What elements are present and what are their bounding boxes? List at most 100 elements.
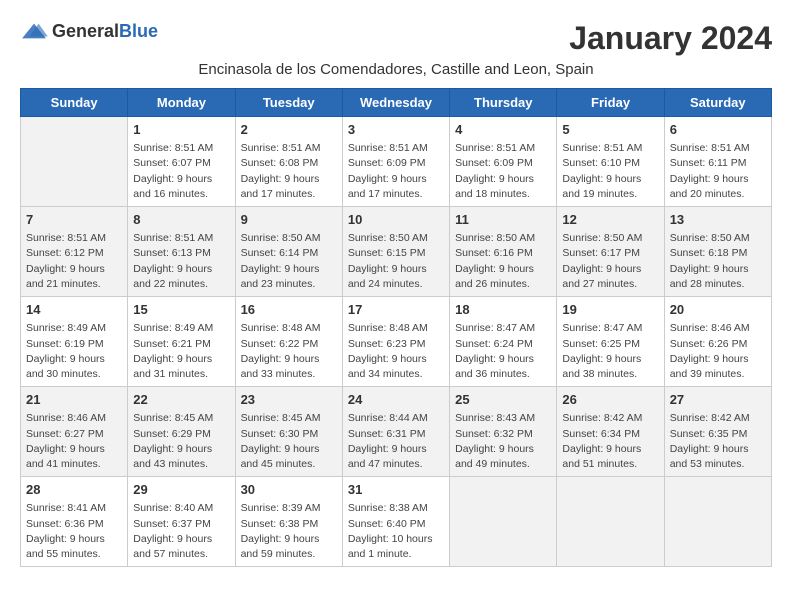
- cell-content: Sunrise: 8:46 AMSunset: 6:26 PMDaylight:…: [670, 321, 766, 382]
- day-number: 9: [241, 211, 337, 229]
- cell-content: Sunrise: 8:45 AMSunset: 6:29 PMDaylight:…: [133, 411, 229, 472]
- calendar-cell: 28 Sunrise: 8:41 AMSunset: 6:36 PMDayligh…: [21, 477, 128, 567]
- day-number: 19: [562, 301, 658, 319]
- calendar-week-row: 21 Sunrise: 8:46 AMSunset: 6:27 PMDayligh…: [21, 387, 772, 477]
- day-number: 6: [670, 121, 766, 139]
- calendar-cell: 17 Sunrise: 8:48 AMSunset: 6:23 PMDayligh…: [342, 297, 449, 387]
- day-number: 28: [26, 481, 122, 499]
- calendar-cell: 25 Sunrise: 8:43 AMSunset: 6:32 PMDayligh…: [450, 387, 557, 477]
- calendar-cell: [450, 477, 557, 567]
- cell-content: Sunrise: 8:44 AMSunset: 6:31 PMDaylight:…: [348, 411, 444, 472]
- day-number: 27: [670, 391, 766, 409]
- calendar-cell: 19 Sunrise: 8:47 AMSunset: 6:25 PMDayligh…: [557, 297, 664, 387]
- calendar-cell: 16Sunrise: 8:48 AMSunset: 6:22 PMDayligh…: [235, 297, 342, 387]
- cell-content: Sunrise: 8:48 AMSunset: 6:23 PMDaylight:…: [348, 321, 444, 382]
- cell-content: Sunrise: 8:51 AMSunset: 6:09 PMDaylight:…: [348, 141, 444, 202]
- calendar-cell: 24 Sunrise: 8:44 AMSunset: 6:31 PMDayligh…: [342, 387, 449, 477]
- calendar-cell: [21, 117, 128, 207]
- day-number: 11: [455, 211, 551, 229]
- cell-content: Sunrise: 8:51 AMSunset: 6:08 PMDaylight:…: [241, 141, 337, 202]
- calendar-cell: 27 Sunrise: 8:42 AMSunset: 6:35 PMDayligh…: [664, 387, 771, 477]
- calendar-cell: 3 Sunrise: 8:51 AMSunset: 6:09 PMDaylight…: [342, 117, 449, 207]
- cell-content: Sunrise: 8:42 AMSunset: 6:34 PMDaylight:…: [562, 411, 658, 472]
- day-number: 1: [133, 121, 229, 139]
- day-number: 18: [455, 301, 551, 319]
- cell-content: Sunrise: 8:41 AMSunset: 6:36 PMDaylight:…: [26, 501, 122, 562]
- cell-content: Sunrise: 8:50 AMSunset: 6:14 PMDaylight:…: [241, 231, 337, 292]
- calendar-week-row: 14 Sunrise: 8:49 AMSunset: 6:19 PMDayligh…: [21, 297, 772, 387]
- logo-icon: [20, 20, 48, 42]
- calendar-cell: 14 Sunrise: 8:49 AMSunset: 6:19 PMDayligh…: [21, 297, 128, 387]
- col-header-monday: Monday: [128, 89, 235, 117]
- day-number: 21: [26, 391, 122, 409]
- calendar-cell: 1 Sunrise: 8:51 AMSunset: 6:07 PMDaylight…: [128, 117, 235, 207]
- day-number: 3: [348, 121, 444, 139]
- cell-content: Sunrise: 8:42 AMSunset: 6:35 PMDaylight:…: [670, 411, 766, 472]
- calendar-table: SundayMondayTuesdayWednesdayThursdayFrid…: [20, 88, 772, 567]
- subtitle: Encinasola de los Comendadores, Castille…: [20, 61, 772, 78]
- day-number: 4: [455, 121, 551, 139]
- calendar-cell: [664, 477, 771, 567]
- cell-content: Sunrise: 8:46 AMSunset: 6:27 PMDaylight:…: [26, 411, 122, 472]
- logo-text: GeneralBlue: [52, 21, 158, 42]
- calendar-cell: 21 Sunrise: 8:46 AMSunset: 6:27 PMDayligh…: [21, 387, 128, 477]
- calendar-cell: 6Sunrise: 8:51 AMSunset: 6:11 PMDaylight…: [664, 117, 771, 207]
- day-number: 26: [562, 391, 658, 409]
- day-number: 15: [133, 301, 229, 319]
- day-number: 12: [562, 211, 658, 229]
- day-number: 10: [348, 211, 444, 229]
- cell-content: Sunrise: 8:49 AMSunset: 6:19 PMDaylight:…: [26, 321, 122, 382]
- calendar-cell: 2 Sunrise: 8:51 AMSunset: 6:08 PMDaylight…: [235, 117, 342, 207]
- cell-content: Sunrise: 8:50 AMSunset: 6:17 PMDaylight:…: [562, 231, 658, 292]
- day-number: 17: [348, 301, 444, 319]
- day-number: 7: [26, 211, 122, 229]
- logo-blue: Blue: [119, 21, 158, 41]
- cell-content: Sunrise: 8:51 AMSunset: 6:09 PMDaylight:…: [455, 141, 551, 202]
- cell-content: Sunrise: 8:50 AMSunset: 6:16 PMDaylight:…: [455, 231, 551, 292]
- calendar-cell: 20 Sunrise: 8:46 AMSunset: 6:26 PMDayligh…: [664, 297, 771, 387]
- cell-content: Sunrise: 8:45 AMSunset: 6:30 PMDaylight:…: [241, 411, 337, 472]
- calendar-cell: 9 Sunrise: 8:50 AMSunset: 6:14 PMDaylight…: [235, 207, 342, 297]
- logo-general: General: [52, 21, 119, 41]
- col-header-sunday: Sunday: [21, 89, 128, 117]
- cell-content: Sunrise: 8:47 AMSunset: 6:25 PMDaylight:…: [562, 321, 658, 382]
- day-number: 13: [670, 211, 766, 229]
- day-number: 24: [348, 391, 444, 409]
- calendar-cell: 31 Sunrise: 8:38 AMSunset: 6:40 PMDayligh…: [342, 477, 449, 567]
- calendar-cell: 8Sunrise: 8:51 AMSunset: 6:13 PMDaylight…: [128, 207, 235, 297]
- cell-content: Sunrise: 8:51 AMSunset: 6:07 PMDaylight:…: [133, 141, 229, 202]
- day-number: 25: [455, 391, 551, 409]
- day-number: 20: [670, 301, 766, 319]
- day-number: 29: [133, 481, 229, 499]
- day-number: 30: [241, 481, 337, 499]
- calendar-header-row: SundayMondayTuesdayWednesdayThursdayFrid…: [21, 89, 772, 117]
- cell-content: Sunrise: 8:51 AMSunset: 6:10 PMDaylight:…: [562, 141, 658, 202]
- day-number: 31: [348, 481, 444, 499]
- calendar-cell: 11 Sunrise: 8:50 AMSunset: 6:16 PMDayligh…: [450, 207, 557, 297]
- cell-content: Sunrise: 8:49 AMSunset: 6:21 PMDaylight:…: [133, 321, 229, 382]
- col-header-saturday: Saturday: [664, 89, 771, 117]
- calendar-cell: 23Sunrise: 8:45 AMSunset: 6:30 PMDayligh…: [235, 387, 342, 477]
- month-title: January 2024: [569, 20, 772, 57]
- cell-content: Sunrise: 8:51 AMSunset: 6:13 PMDaylight:…: [133, 231, 229, 292]
- cell-content: Sunrise: 8:50 AMSunset: 6:18 PMDaylight:…: [670, 231, 766, 292]
- day-number: 2: [241, 121, 337, 139]
- day-number: 22: [133, 391, 229, 409]
- col-header-tuesday: Tuesday: [235, 89, 342, 117]
- cell-content: Sunrise: 8:43 AMSunset: 6:32 PMDaylight:…: [455, 411, 551, 472]
- calendar-cell: 29Sunrise: 8:40 AMSunset: 6:37 PMDayligh…: [128, 477, 235, 567]
- logo: GeneralBlue: [20, 20, 158, 42]
- col-header-friday: Friday: [557, 89, 664, 117]
- calendar-week-row: 7Sunrise: 8:51 AMSunset: 6:12 PMDaylight…: [21, 207, 772, 297]
- calendar-cell: 4 Sunrise: 8:51 AMSunset: 6:09 PMDaylight…: [450, 117, 557, 207]
- cell-content: Sunrise: 8:38 AMSunset: 6:40 PMDaylight:…: [348, 501, 444, 562]
- calendar-cell: 13 Sunrise: 8:50 AMSunset: 6:18 PMDayligh…: [664, 207, 771, 297]
- col-header-thursday: Thursday: [450, 89, 557, 117]
- calendar-cell: 12 Sunrise: 8:50 AMSunset: 6:17 PMDayligh…: [557, 207, 664, 297]
- day-number: 14: [26, 301, 122, 319]
- calendar-cell: 5Sunrise: 8:51 AMSunset: 6:10 PMDaylight…: [557, 117, 664, 207]
- calendar-cell: 7Sunrise: 8:51 AMSunset: 6:12 PMDaylight…: [21, 207, 128, 297]
- calendar-cell: 26 Sunrise: 8:42 AMSunset: 6:34 PMDayligh…: [557, 387, 664, 477]
- calendar-cell: 15 Sunrise: 8:49 AMSunset: 6:21 PMDayligh…: [128, 297, 235, 387]
- calendar-cell: 18Sunrise: 8:47 AMSunset: 6:24 PMDayligh…: [450, 297, 557, 387]
